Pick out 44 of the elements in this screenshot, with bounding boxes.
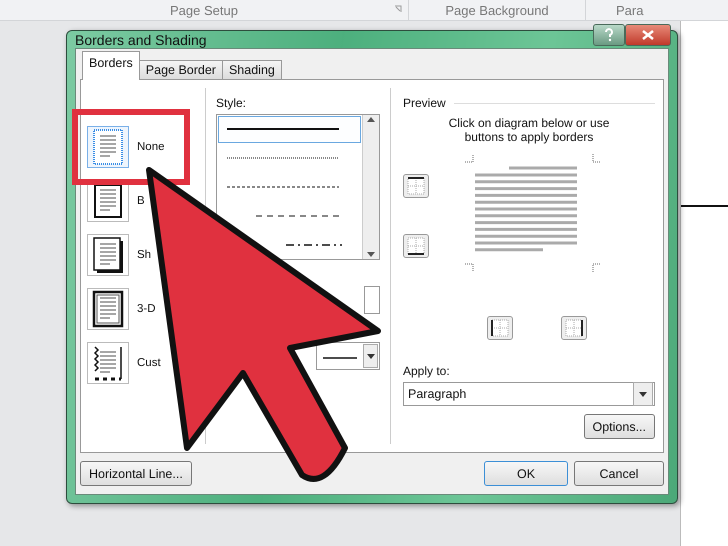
- width-dropdown[interactable]: [316, 342, 380, 370]
- question-mark-icon: [604, 28, 614, 42]
- ok-button[interactable]: OK: [484, 461, 568, 486]
- horizontal-line-button[interactable]: Horizontal Line...: [80, 461, 192, 486]
- close-icon: [642, 30, 654, 40]
- setting-label: Cust: [137, 357, 161, 369]
- apply-to-label: Apply to:: [403, 364, 451, 378]
- dialog-launcher-icon[interactable]: [394, 5, 402, 13]
- window-title: Borders and Shading: [75, 32, 208, 48]
- cancel-button[interactable]: Cancel: [574, 461, 664, 486]
- setting-option[interactable]: [87, 288, 129, 330]
- setting-option[interactable]: [87, 234, 129, 276]
- style-list[interactable]: [216, 114, 380, 260]
- setting-label: B: [137, 195, 145, 207]
- preview-label: Preview: [403, 96, 446, 110]
- apply-to-dropdown[interactable]: Paragraph: [403, 382, 655, 406]
- dropdown-arrow-icon: [639, 392, 647, 396]
- border-toggle-button[interactable]: [403, 174, 429, 198]
- scroll-up-icon[interactable]: [367, 117, 375, 122]
- border-toggle-button[interactable]: [403, 234, 429, 258]
- ribbon-group-label: Para: [616, 2, 644, 18]
- dropdown-arrow-icon: [366, 354, 374, 358]
- scroll-down-icon[interactable]: [367, 252, 375, 257]
- tab[interactable]: Page Border: [138, 60, 223, 79]
- help-button[interactable]: [593, 24, 625, 46]
- setting-label: Sh: [137, 249, 152, 261]
- ribbon-group-label: Page Background: [445, 2, 549, 18]
- style-label: Style:: [216, 96, 248, 110]
- options-button[interactable]: Options...: [584, 414, 655, 439]
- tab[interactable]: Borders: [82, 51, 140, 80]
- setting-label: None: [137, 141, 164, 153]
- preview-hint: Click on diagram below or use buttons to apply borders: [448, 116, 610, 144]
- border-toggle-button[interactable]: [487, 316, 513, 340]
- setting-option[interactable]: [87, 342, 129, 384]
- page-border-icon: [91, 289, 125, 329]
- border-toggle-button[interactable]: [561, 316, 587, 340]
- line-style-option[interactable]: [218, 116, 361, 143]
- line-sample-icon: [323, 356, 357, 360]
- page-border-icon: [91, 235, 125, 275]
- setting-label: 3-D: [137, 303, 156, 315]
- tab[interactable]: Shading: [222, 60, 282, 79]
- close-button[interactable]: [625, 24, 671, 46]
- page-border-icon: [91, 127, 125, 167]
- ribbon-group-label: Page Setup: [170, 2, 238, 18]
